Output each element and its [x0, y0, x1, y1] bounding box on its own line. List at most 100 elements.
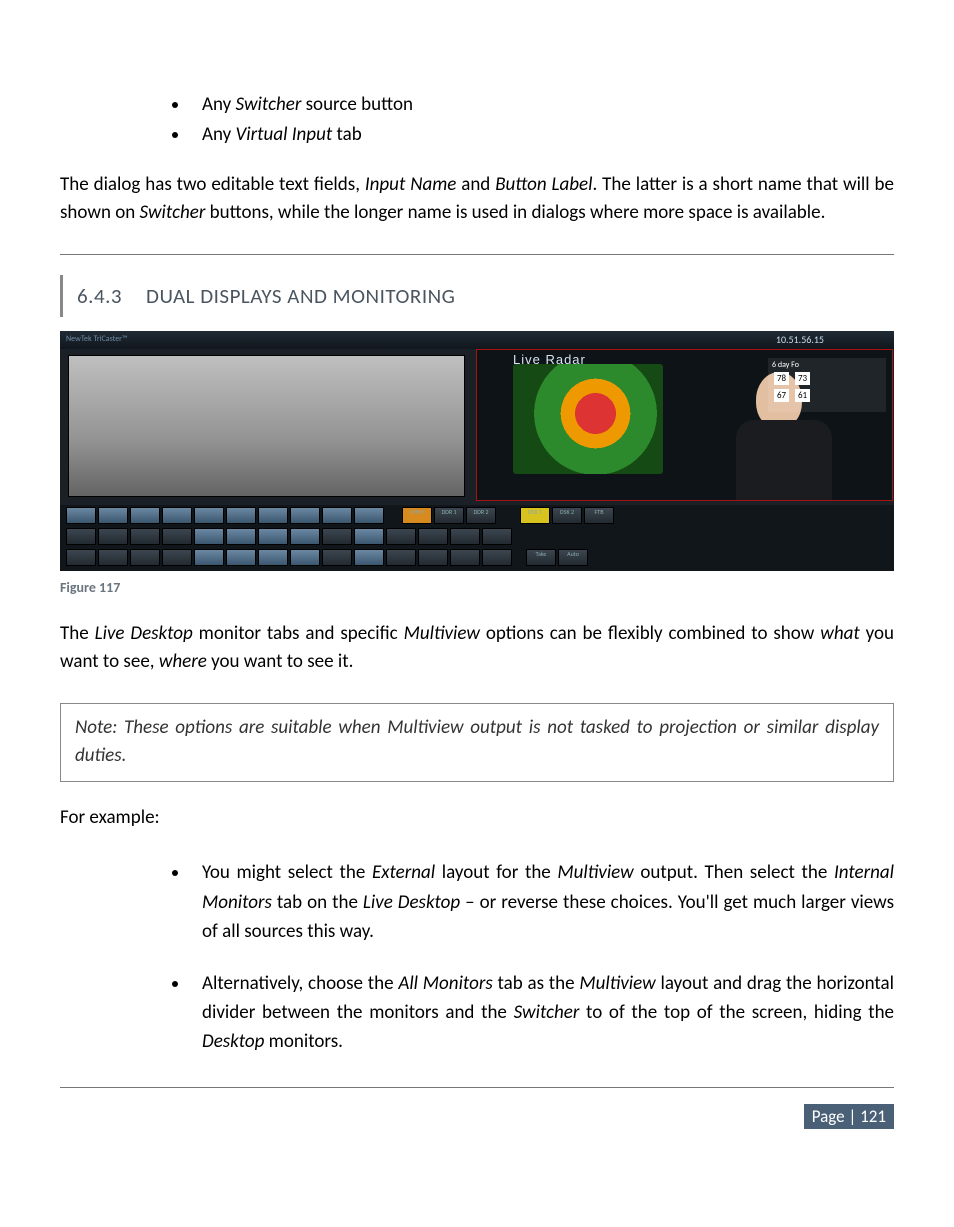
- switcher-button[interactable]: [162, 507, 192, 524]
- text: The: [60, 622, 95, 645]
- switcher-button[interactable]: [98, 549, 128, 566]
- switcher-rows: MEM DDR 1 DDR 2 DSK 1 DSK 2 FTB Take Aut…: [60, 505, 894, 571]
- switcher-button[interactable]: [226, 528, 256, 545]
- emph: Virtual Input: [236, 123, 333, 146]
- switcher-button[interactable]: [194, 528, 224, 545]
- switcher-button[interactable]: [482, 528, 512, 545]
- switcher-button[interactable]: [418, 528, 448, 545]
- switcher-button[interactable]: [98, 507, 128, 524]
- bullet-switcher: Any Switcher source button: [190, 90, 894, 120]
- temp-1: 73: [795, 372, 810, 385]
- switcher-button[interactable]: [258, 507, 288, 524]
- emph: where: [159, 650, 207, 673]
- top-bullet-list: Any Switcher source button Any Virtual I…: [60, 90, 894, 151]
- switcher-button[interactable]: [386, 528, 416, 545]
- take-button[interactable]: Take: [526, 549, 556, 566]
- temp-2: 67: [774, 389, 789, 402]
- switcher-button[interactable]: [162, 528, 192, 545]
- note-text: Note: These options are suitable when Mu…: [75, 716, 879, 768]
- switcher-button[interactable]: [322, 549, 352, 566]
- emph: Switcher: [514, 1001, 580, 1024]
- switcher-button[interactable]: [66, 528, 96, 545]
- figure-caption: Figure 117: [60, 579, 894, 596]
- switcher-button[interactable]: [66, 507, 96, 524]
- forecast-label: 6 day Fo: [772, 360, 882, 370]
- switcher-button[interactable]: [194, 549, 224, 566]
- temp-0: 78: [774, 372, 789, 385]
- switcher-button[interactable]: [386, 549, 416, 566]
- switcher-button[interactable]: [290, 549, 320, 566]
- screenshot-figure: NewTek TriCaster™ 10.51.56.15 Program Li…: [60, 331, 894, 571]
- switcher-button[interactable]: [98, 528, 128, 545]
- text: to of the top of the screen, hiding the: [579, 1001, 894, 1024]
- emph: Multiview: [404, 622, 480, 645]
- text: and: [456, 173, 495, 196]
- switcher-button[interactable]: [322, 507, 352, 524]
- switcher-button[interactable]: [354, 549, 384, 566]
- preview-monitor: [68, 355, 465, 497]
- switcher-button[interactable]: [258, 549, 288, 566]
- emph: Button Label: [495, 173, 592, 196]
- auto-button[interactable]: Auto: [558, 549, 588, 566]
- tab-dsk2[interactable]: DSK 2: [552, 507, 582, 524]
- switcher-button[interactable]: [226, 549, 256, 566]
- preview-image: [69, 356, 464, 496]
- switcher-button[interactable]: [450, 549, 480, 566]
- switcher-button[interactable]: [322, 528, 352, 545]
- examples-list: You might select the External layout for…: [60, 858, 894, 1057]
- example-2: Alternatively, choose the All Monitors t…: [190, 969, 894, 1057]
- radar-graphic: [513, 364, 663, 474]
- switcher-button[interactable]: [354, 528, 384, 545]
- tab-ddr1[interactable]: DDR 1: [434, 507, 464, 524]
- emph: Input Name: [365, 173, 456, 196]
- text: tab on the: [272, 891, 363, 914]
- text: buttons, while the longer name is used i…: [205, 201, 825, 224]
- switcher-button[interactable]: [290, 528, 320, 545]
- text: tab as the: [493, 972, 580, 995]
- switcher-button[interactable]: [226, 507, 256, 524]
- emph: Live Desktop: [363, 891, 460, 914]
- document-page: Any Switcher source button Any Virtual I…: [0, 0, 954, 1169]
- paragraph-live-desktop: The Live Desktop monitor tabs and specif…: [60, 620, 894, 677]
- switcher-button[interactable]: [290, 507, 320, 524]
- text: source button: [301, 93, 413, 116]
- program-monitor: Live Radar 6 day Fo 78 73 67 61: [476, 349, 893, 501]
- text: monitor tabs and specific: [193, 622, 404, 645]
- section-heading: 6.4.3DUAL DISPLAYS AND MONITORING: [60, 275, 894, 317]
- switcher-button[interactable]: [482, 549, 512, 566]
- text: you want to see it.: [207, 650, 354, 673]
- emph: Live Desktop: [95, 622, 193, 645]
- switcher-button[interactable]: [354, 507, 384, 524]
- switcher-button[interactable]: [194, 507, 224, 524]
- emph: Multiview: [557, 861, 633, 884]
- switcher-button[interactable]: [418, 549, 448, 566]
- switcher-button[interactable]: [450, 528, 480, 545]
- tab-dsk1[interactable]: DSK 1: [520, 507, 550, 524]
- forecast-panel: 6 day Fo 78 73 67 61: [768, 358, 886, 412]
- switcher-button[interactable]: [130, 528, 160, 545]
- switcher-button[interactable]: [130, 549, 160, 566]
- emph: Switcher: [236, 93, 302, 116]
- clock: 10.51.56.15: [776, 333, 824, 346]
- switcher-button[interactable]: [258, 528, 288, 545]
- text: monitors.: [264, 1030, 343, 1053]
- tab-ddr2[interactable]: DDR 2: [466, 507, 496, 524]
- bullet-virtual-input: Any Virtual Input tab: [190, 120, 894, 150]
- presenter-body: [736, 420, 832, 500]
- switcher-button[interactable]: [162, 549, 192, 566]
- text: The dialog has two editable text fields,: [60, 173, 365, 196]
- switcher-button[interactable]: [130, 507, 160, 524]
- row-utility: MEM DDR 1 DDR 2 DSK 1 DSK 2 FTB: [60, 505, 894, 526]
- tab-ftb[interactable]: FTB: [584, 507, 614, 524]
- app-title: NewTek TriCaster™: [66, 334, 128, 344]
- text: options can be flexibly combined to show: [480, 622, 820, 645]
- paragraph-dialog: The dialog has two editable text fields,…: [60, 171, 894, 228]
- text: You might select the: [202, 861, 372, 884]
- temp-3: 61: [795, 389, 810, 402]
- emph: All Monitors: [398, 972, 492, 995]
- emph: what: [820, 622, 859, 645]
- switcher-button[interactable]: [66, 549, 96, 566]
- page-footer: Page | 121: [60, 1087, 894, 1129]
- tab-mem[interactable]: MEM: [402, 507, 432, 524]
- text: output. Then select the: [634, 861, 834, 884]
